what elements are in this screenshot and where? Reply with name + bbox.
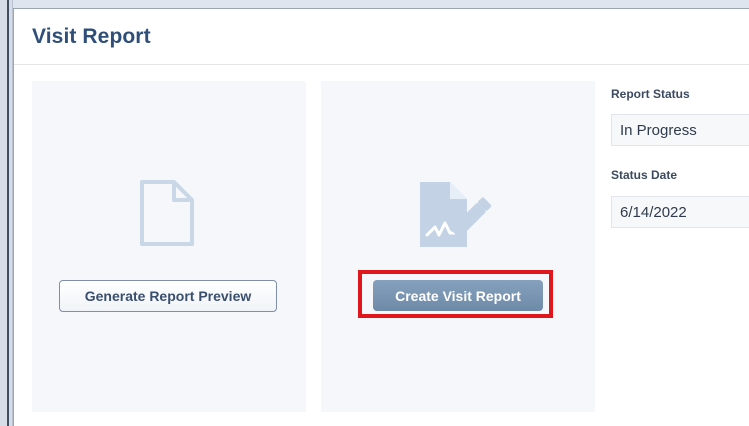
report-status-field[interactable]: In Progress [611, 114, 749, 146]
status-date-field[interactable]: 6/14/2022 [611, 196, 749, 228]
visit-report-panel: Visit Report Generate Report Preview Cre… [13, 8, 749, 426]
create-visit-report-button[interactable]: Create Visit Report [373, 280, 543, 311]
signed-document-icon [420, 182, 492, 247]
create-visit-report-card: Create Visit Report [321, 81, 595, 412]
generate-report-preview-button[interactable]: Generate Report Preview [59, 280, 277, 312]
document-icon [140, 180, 194, 246]
report-status-label: Report Status [611, 87, 690, 101]
report-preview-card: Generate Report Preview [32, 81, 306, 412]
panel-header: Visit Report [14, 9, 749, 65]
panel-title: Visit Report [32, 25, 151, 48]
status-date-label: Status Date [611, 168, 678, 182]
left-window-edge [0, 0, 13, 426]
window-edge-line [7, 0, 9, 426]
